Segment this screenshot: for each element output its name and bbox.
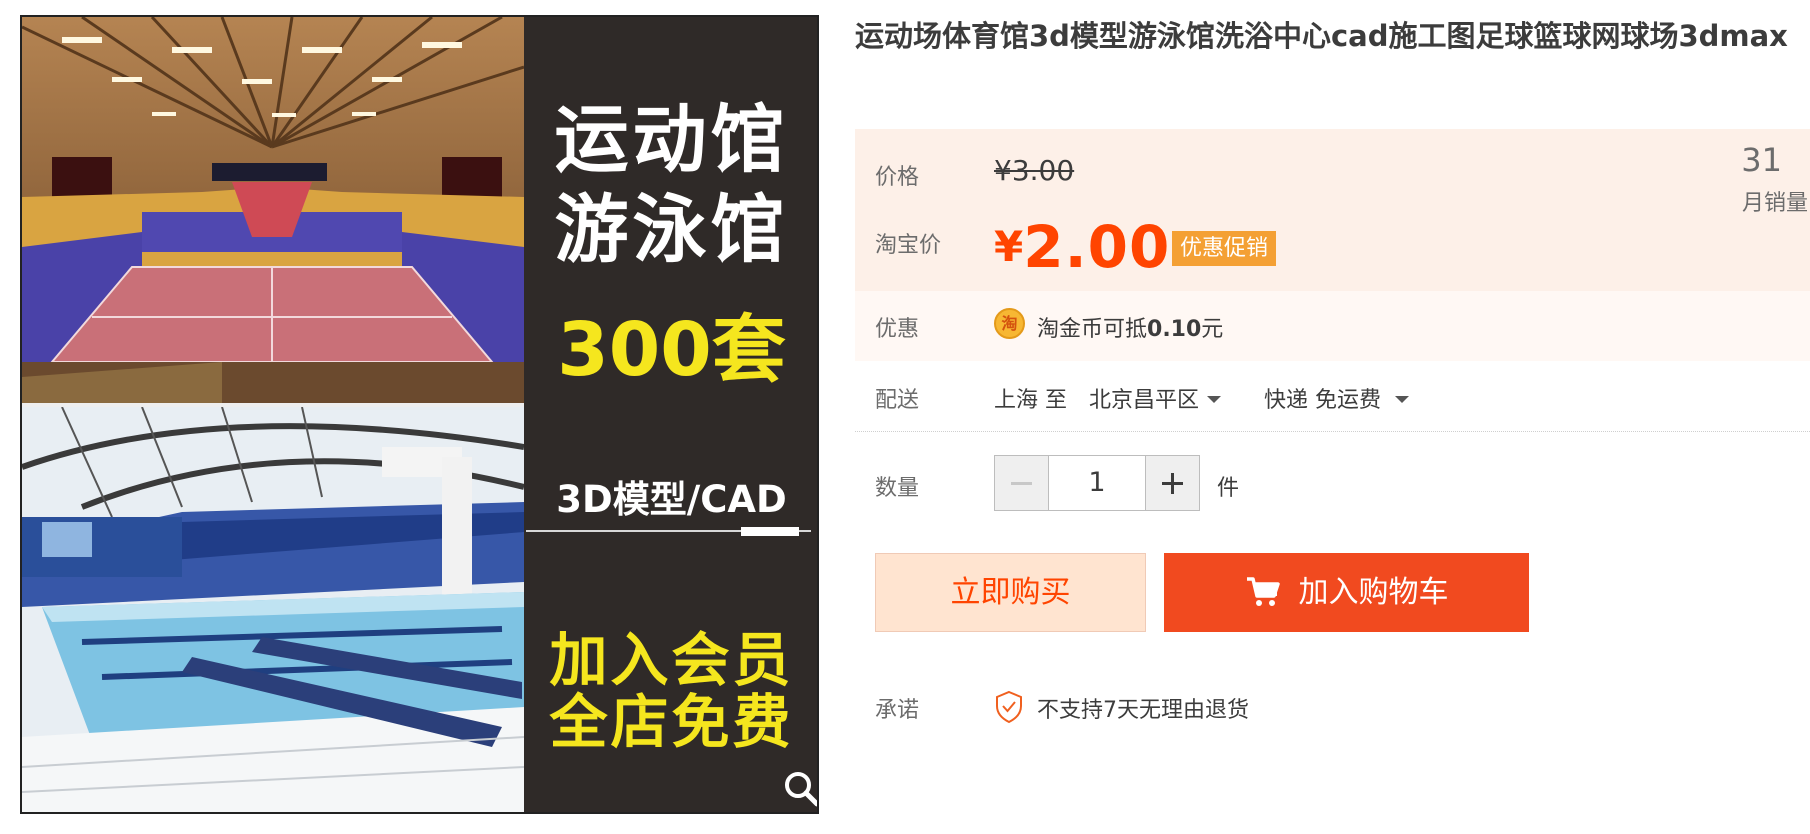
monthly-sales-label: 月销量	[1741, 191, 1808, 216]
quantity-row: 数量 1 件	[855, 455, 1810, 511]
promo-model-count: 300套	[557, 307, 786, 393]
minus-icon[interactable]	[995, 456, 1049, 510]
ship-to-dropdown[interactable]: 北京昌平区	[1089, 382, 1222, 414]
stadium-photo	[22, 17, 524, 403]
promo-free-line: 全店免费	[549, 688, 794, 756]
shield-icon	[994, 690, 1024, 728]
shipping-method-text: 快递 免运费	[1264, 388, 1381, 413]
price-panel: 价格 ¥3.00 淘宝价 ¥2.00 优惠促销 31 月销量	[855, 129, 1810, 291]
promise-row: 承诺 不支持7天无理由退货	[855, 688, 1810, 728]
price-value: 2.00	[1023, 213, 1171, 281]
monthly-sales-count: 31	[1741, 141, 1782, 179]
promo-member-line: 加入会员	[549, 626, 794, 694]
cart-icon	[1246, 577, 1280, 606]
promo-format: 3D模型/CAD	[556, 478, 787, 521]
plus-icon[interactable]	[1145, 456, 1199, 510]
chevron-down-icon	[1207, 396, 1222, 403]
pool-photo	[22, 407, 524, 812]
promo-text-panel: 运动馆 游泳馆 300套 3D模型/CAD 加入会员 全店免费	[526, 17, 817, 812]
promise-label: 承诺	[875, 698, 920, 723]
coupon-row: 优惠 淘 淘金币可抵0.10元	[855, 291, 1810, 361]
product-title: 运动场体育馆3d模型游泳馆洗浴中心cad施工图足球篮球网球场3dmax	[855, 19, 1788, 53]
promo-line-sports-hall: 运动馆	[554, 97, 789, 183]
coupon-text-suffix: 元	[1201, 317, 1224, 342]
add-to-cart-label: 加入购物车	[1298, 575, 1449, 610]
coupon-label: 优惠	[875, 317, 920, 342]
promo-line-pool: 游泳馆	[554, 187, 789, 273]
coupon-text: 淘金币可抵0.10元	[1037, 311, 1223, 343]
shipping-label: 配送	[875, 388, 920, 413]
quantity-input[interactable]: 1	[1049, 456, 1145, 510]
original-price: ¥3.00	[994, 154, 1075, 187]
shipping-method-dropdown[interactable]: 快递 免运费	[1264, 382, 1409, 414]
coupon-text-prefix: 淘金币可抵	[1037, 317, 1148, 342]
magnifier-icon[interactable]	[782, 769, 817, 809]
currency-symbol: ¥	[994, 222, 1024, 271]
taobao-price: ¥2.00	[994, 213, 1170, 281]
promo-divider-accent	[741, 527, 799, 536]
taobao-price-label: 淘宝价	[875, 233, 942, 258]
shipping-row: 配送 上海 至 北京昌平区 快递 免运费	[855, 366, 1810, 432]
ship-from: 上海 至	[994, 388, 1067, 413]
ship-to-text: 北京昌平区	[1089, 388, 1200, 413]
promise-text: 不支持7天无理由退货	[1037, 698, 1249, 723]
quantity-unit: 件	[1217, 476, 1240, 501]
product-photo-collage	[22, 17, 524, 812]
taojinbi-coin-icon: 淘	[994, 308, 1025, 339]
add-to-cart-button[interactable]: 加入购物车	[1164, 553, 1529, 632]
price-label: 价格	[875, 165, 920, 190]
buy-now-button[interactable]: 立即购买	[875, 553, 1146, 632]
quantity-label: 数量	[875, 476, 920, 501]
promo-tag: 优惠促销	[1172, 231, 1277, 266]
product-main-image[interactable]: 运动馆 游泳馆 300套 3D模型/CAD 加入会员 全店免费	[20, 15, 819, 814]
quantity-stepper: 1	[994, 455, 1200, 511]
coupon-amount: 0.10	[1147, 317, 1202, 342]
chevron-down-icon	[1395, 396, 1409, 403]
